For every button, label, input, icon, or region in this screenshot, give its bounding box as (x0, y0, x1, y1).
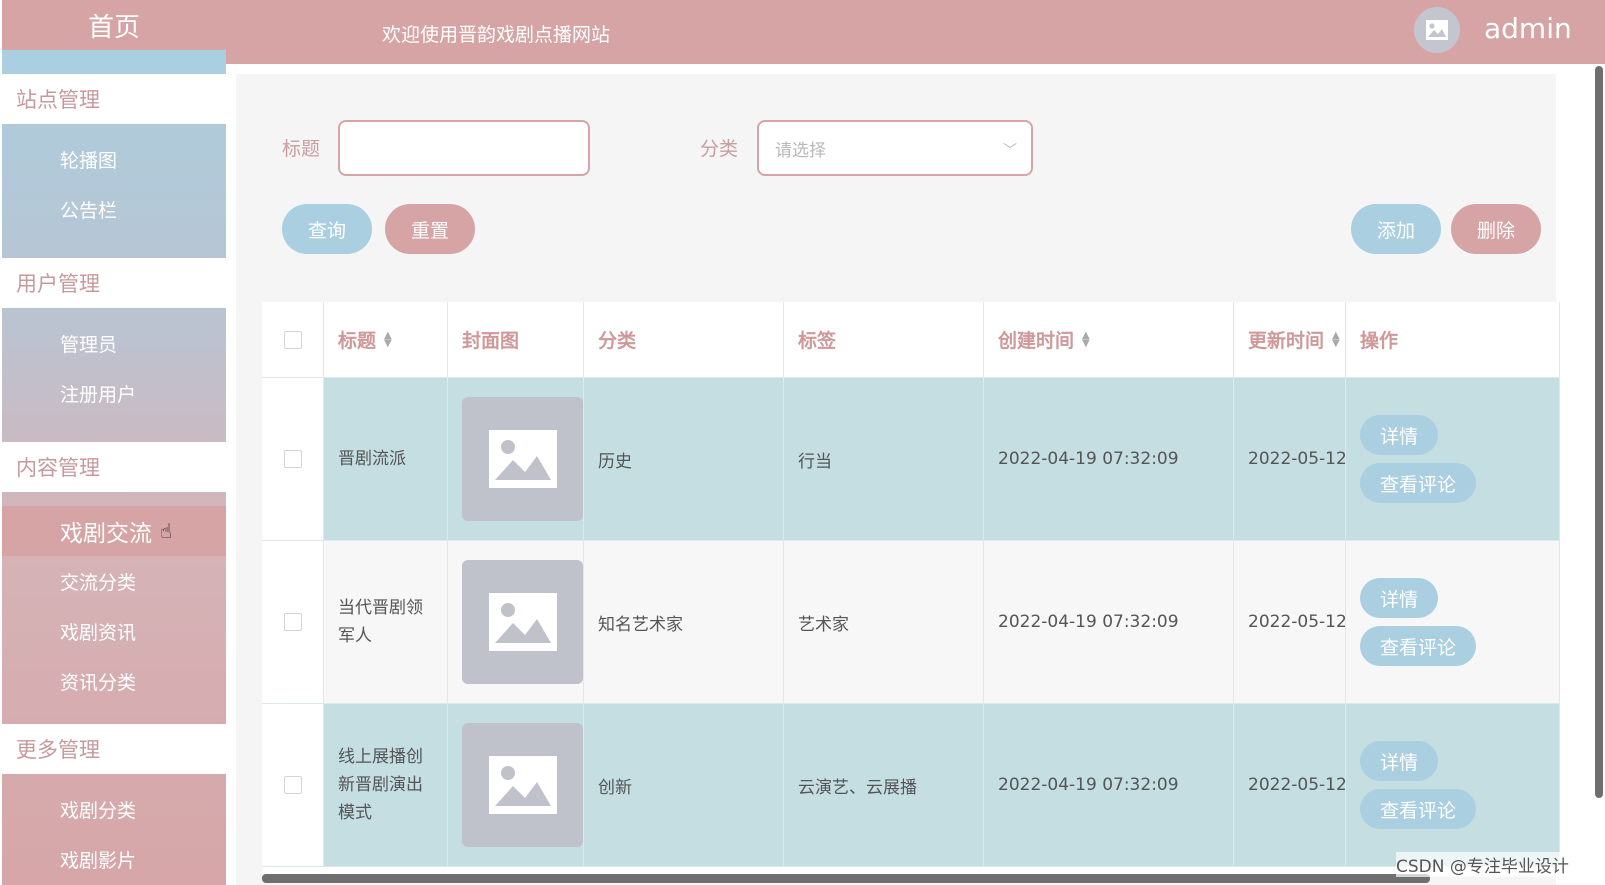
query-button[interactable]: 查询 (282, 204, 372, 254)
sort-icon[interactable]: ▲ ▼ (384, 330, 392, 348)
col-updated[interactable]: 更新时间 ▲ ▼ (1234, 302, 1346, 378)
col-actions: 操作 (1346, 302, 1560, 378)
row-select-cell (262, 704, 324, 867)
hand-cursor-icon: ☝ (160, 519, 173, 543)
sidebar-item-admins[interactable]: 管理员 (2, 318, 226, 368)
row-title: 线上展播创新晋剧演出模式 (324, 704, 448, 867)
sidebar-item-registered-users[interactable]: 注册用户 (2, 368, 226, 418)
sidebar-item-drama-category[interactable]: 戏剧分类 (2, 784, 226, 834)
col-tags: 标签 (784, 302, 984, 378)
sort-icon[interactable]: ▲ ▼ (1082, 330, 1090, 348)
table-row: 当代晋剧领军人 知名艺术家 艺术家 2022-04-19 07:32:09 20… (262, 541, 1560, 704)
row-created: 2022-04-19 07:32:09 (984, 704, 1234, 867)
table-header: 标题 ▲ ▼ 封面图 分类 标签 创建时间 ▲ ▼ 更新时间 ▲ ▼ 操作 (262, 302, 1560, 378)
sidebar-item-drama-exchange[interactable]: 戏剧交流 ☝ (2, 506, 226, 556)
row-select-cell (262, 541, 324, 704)
row-tags: 行当 (784, 378, 984, 541)
delete-button[interactable]: 删除 (1451, 204, 1541, 254)
row-actions: 详情 查看评论 (1346, 378, 1560, 541)
row-created: 2022-04-19 07:32:09 (984, 541, 1234, 704)
sort-icon[interactable]: ▲ ▼ (1332, 330, 1340, 348)
col-category: 分类 (584, 302, 784, 378)
detail-button[interactable]: 详情 (1360, 741, 1439, 781)
select-all-cell (262, 302, 324, 378)
welcome-text: 欢迎使用晋韵戏剧点播网站 (382, 24, 611, 46)
category-filter-label: 分类 (700, 138, 739, 160)
row-checkbox[interactable] (283, 776, 302, 794)
sidebar-home[interactable]: 首页 (2, 0, 226, 50)
row-cover (448, 378, 584, 541)
row-created: 2022-04-19 07:32:09 (984, 378, 1234, 541)
sidebar-item-drama-news[interactable]: 戏剧资讯 (2, 606, 226, 656)
row-checkbox[interactable] (283, 450, 302, 468)
sidebar-item-notice[interactable]: 公告栏 (2, 184, 226, 234)
view-comments-button[interactable]: 查看评论 (1360, 463, 1477, 503)
reset-button[interactable]: 重置 (385, 204, 475, 254)
title-filter-label: 标题 (282, 138, 321, 160)
username[interactable]: admin (1484, 12, 1572, 45)
table-row: 晋剧流派 历史 行当 2022-04-19 07:32:09 2022-05-1… (262, 378, 1560, 541)
sidebar: 首页 站点管理 轮播图 公告栏 用户管理 管理员 注册用户 内容管理 戏剧交流 … (0, 0, 226, 885)
row-updated: 2022-05-12 (1234, 704, 1346, 867)
horizontal-scrollbar[interactable] (262, 874, 1430, 883)
row-tags: 云演艺、云展播 (784, 704, 984, 867)
add-button[interactable]: 添加 (1351, 204, 1441, 254)
view-comments-button[interactable]: 查看评论 (1360, 789, 1477, 829)
cover-image-placeholder[interactable] (462, 723, 583, 847)
row-actions: 详情 查看评论 (1346, 704, 1560, 867)
row-category: 历史 (584, 378, 784, 541)
data-table: 标题 ▲ ▼ 封面图 分类 标签 创建时间 ▲ ▼ 更新时间 ▲ ▼ 操作 晋剧流派 历史 … (262, 302, 1560, 875)
select-all-checkbox[interactable] (283, 330, 302, 349)
detail-button[interactable]: 详情 (1360, 415, 1439, 455)
detail-button[interactable]: 详情 (1360, 578, 1439, 618)
sidebar-item-carousel[interactable]: 轮播图 (2, 134, 226, 184)
row-category: 创新 (584, 704, 784, 867)
image-icon (1426, 20, 1448, 40)
sidebar-group-more[interactable]: 更多管理 (2, 724, 226, 774)
row-checkbox[interactable] (283, 613, 302, 631)
row-category: 知名艺术家 (584, 541, 784, 704)
row-cover (448, 704, 584, 867)
table-row: 线上展播创新晋剧演出模式 创新 云演艺、云展播 2022-04-19 07:32… (262, 704, 1560, 867)
sidebar-item-label: 戏剧交流 (60, 521, 152, 547)
col-title[interactable]: 标题 ▲ ▼ (324, 302, 448, 378)
sidebar-divider (2, 50, 226, 74)
col-updated-label: 更新时间 (1248, 330, 1325, 352)
top-header: 欢迎使用晋韵戏剧点播网站 admin (226, 0, 1605, 64)
cover-image-placeholder[interactable] (462, 397, 583, 521)
chevron-down-icon: ﹀ (1003, 143, 1017, 159)
row-select-cell (262, 378, 324, 541)
col-created-label: 创建时间 (998, 330, 1075, 352)
col-title-label: 标题 (338, 330, 377, 352)
row-cover (448, 541, 584, 704)
col-cover: 封面图 (448, 302, 584, 378)
view-comments-button[interactable]: 查看评论 (1360, 626, 1477, 666)
row-actions: 详情 查看评论 (1346, 541, 1560, 704)
sidebar-group-users[interactable]: 用户管理 (2, 258, 226, 308)
sidebar-group-site[interactable]: 站点管理 (2, 74, 226, 124)
sidebar-item-news-category[interactable]: 资讯分类 (2, 656, 226, 706)
sidebar-group-content[interactable]: 内容管理 (2, 442, 226, 492)
vertical-scrollbar[interactable] (1595, 66, 1603, 798)
row-title: 晋剧流派 (324, 378, 448, 541)
image-icon (488, 430, 557, 488)
col-created[interactable]: 创建时间 ▲ ▼ (984, 302, 1234, 378)
sidebar-item-exchange-category[interactable]: 交流分类 (2, 556, 226, 606)
row-updated: 2022-05-12 (1234, 378, 1346, 541)
category-select-placeholder: 请选择 (775, 140, 826, 161)
category-select[interactable]: 请选择 ﹀ (757, 120, 1033, 176)
image-icon (488, 593, 557, 651)
row-title: 当代晋剧领军人 (324, 541, 448, 704)
sidebar-item-drama-films[interactable]: 戏剧影片 (2, 834, 226, 884)
row-updated: 2022-05-12 (1234, 541, 1346, 704)
avatar[interactable] (1414, 7, 1460, 53)
image-icon (488, 756, 557, 814)
cover-image-placeholder[interactable] (462, 560, 583, 684)
title-search-input[interactable] (338, 120, 590, 176)
row-tags: 艺术家 (784, 541, 984, 704)
watermark: CSDN @专注毕业设计 (1396, 852, 1569, 877)
